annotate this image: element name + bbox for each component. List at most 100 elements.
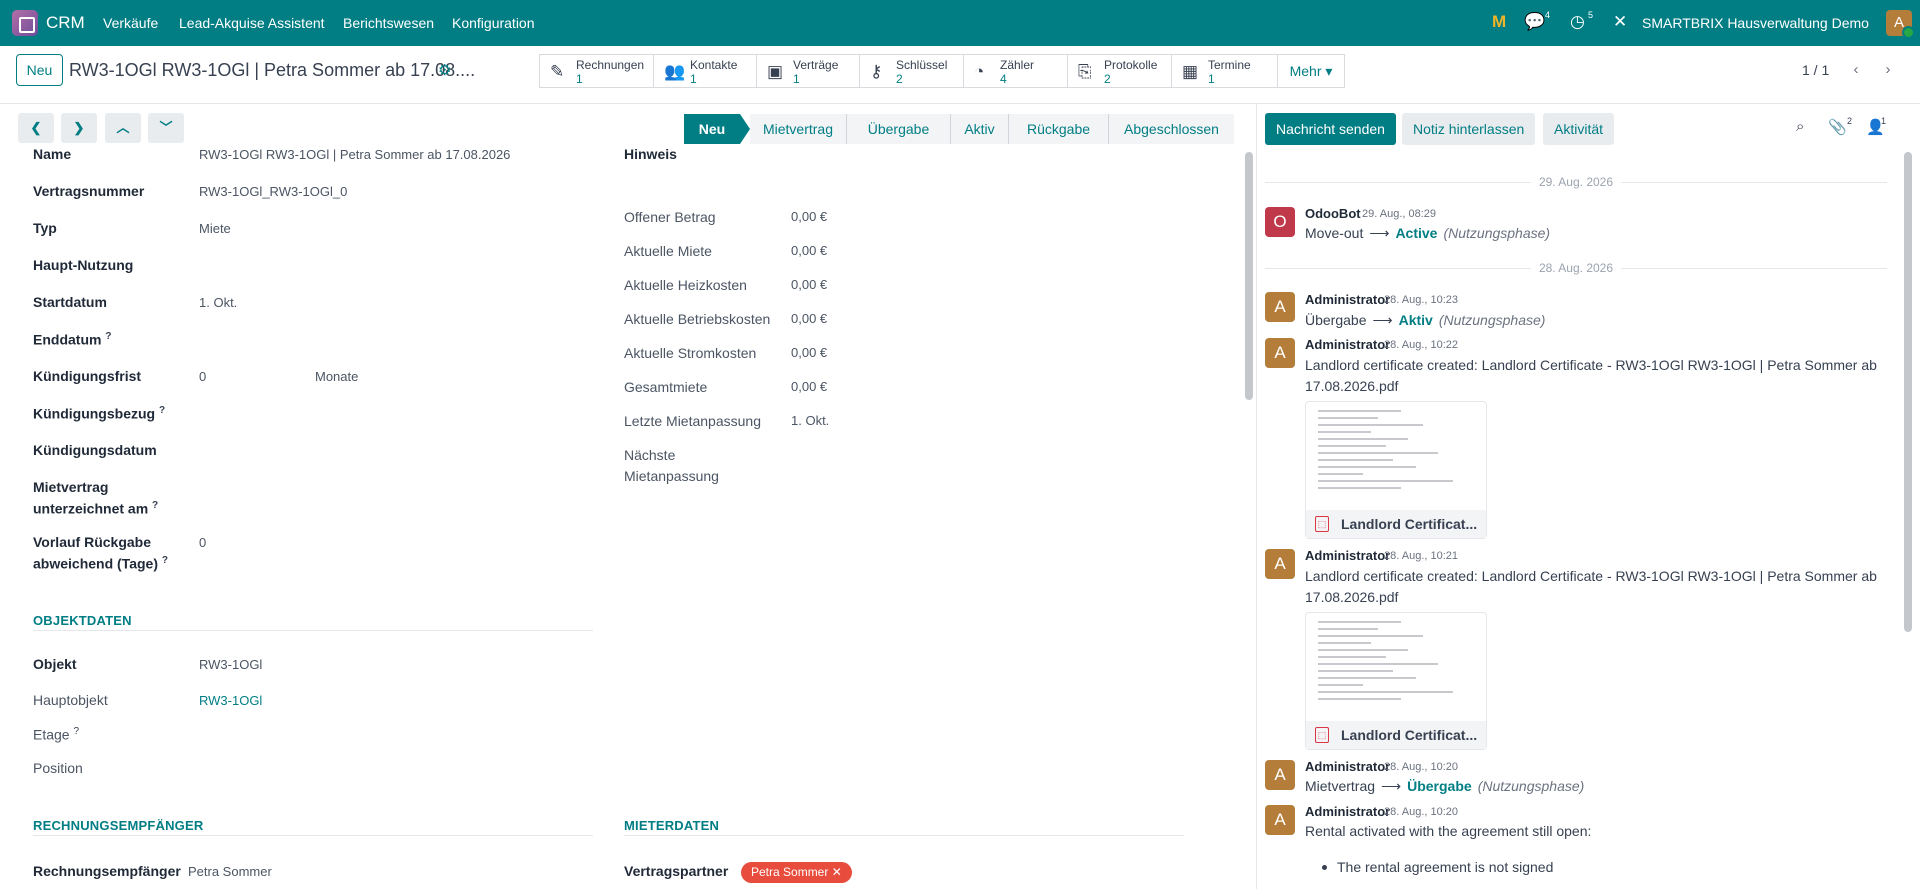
field-value-startdatum[interactable]: 1. Okt. <box>199 295 237 310</box>
attachment-card[interactable]: ⬚ Landlord Certificat... <box>1305 401 1487 539</box>
control-panel: Neu RW3-1OGl RW3-1OGl | Petra Sommer ab … <box>0 46 1920 104</box>
previous-record-button[interactable]: ❮ <box>18 113 54 143</box>
stage-abgeschlossen[interactable]: Abgeschlossen <box>1109 114 1234 144</box>
smart-button-count: 2 <box>896 72 903 86</box>
remove-tag-icon[interactable]: ✕ <box>832 865 842 879</box>
company-switcher[interactable]: SMARTBRIX Hausverwaltung Demo <box>1642 15 1869 31</box>
next-record-button[interactable]: ❯ <box>61 113 97 143</box>
activity-clock-icon[interactable]: ◷ <box>1570 12 1585 32</box>
smart-button-label: Termine <box>1208 58 1251 72</box>
log-note-button[interactable]: Notiz hinterlassen <box>1402 113 1536 145</box>
more-button[interactable]: Mehr ▾ <box>1277 54 1345 88</box>
smart-button-schluessel[interactable]: ⚷ Schlüssel 2 <box>859 54 964 88</box>
pdf-preview-thumbnail <box>1318 621 1468 721</box>
search-icon[interactable]: ⌕ <box>1796 118 1804 135</box>
field-unit-monate: Monate <box>315 369 359 384</box>
field-value-hauptobjekt-link[interactable]: RW3-1OGl <box>199 693 262 708</box>
attachment-filename[interactable]: Landlord Certificat... <box>1341 516 1477 532</box>
smart-button-rechnungen[interactable]: ✎ Rechnungen 1 <box>539 54 654 88</box>
field-value-name[interactable]: RW3-1OGl RW3-1OGl | Petra Sommer ab 17.0… <box>199 147 510 162</box>
attachment-filename[interactable]: Landlord Certificat... <box>1341 727 1477 743</box>
smart-button-vertraege[interactable]: ▣ Verträge 1 <box>756 54 860 88</box>
message-author[interactable]: Administrator <box>1305 337 1390 352</box>
message-author[interactable]: Administrator <box>1305 548 1390 563</box>
field-value-kuendigungsfrist[interactable]: 0 <box>199 369 206 384</box>
new-button[interactable]: Neu <box>16 54 63 86</box>
tag-label: Petra Sommer <box>751 865 829 879</box>
field-value-objekt[interactable]: RW3-1OGl <box>199 657 262 672</box>
field-value-vertragsnummer[interactable]: RW3-1OGl_RW3-1OGl_0 <box>199 184 347 199</box>
menu-verkaeufe[interactable]: Verkäufe <box>103 15 158 31</box>
field-label-kuendigungsfrist: Kündigungsfrist <box>33 368 142 384</box>
field-label-hinweis: Hinweis <box>624 146 677 162</box>
field-label-vorlauf-rueckgabe-2: abweichend (Tage) ? <box>33 555 168 572</box>
invoice-icon: ✎ <box>550 62 565 81</box>
author-avatar[interactable]: O <box>1265 207 1295 237</box>
pager-previous-icon[interactable]: ‹ <box>1842 56 1870 84</box>
paperclip-icon[interactable]: 📎 <box>1828 118 1847 136</box>
smart-button-label: Protokolle <box>1104 58 1158 72</box>
smart-button-protokolle[interactable]: ⎘ Protokolle 2 <box>1067 54 1172 88</box>
field-label-letzte-mietanpassung: Letzte Mietanpassung <box>624 413 761 429</box>
stage-aktiv[interactable]: Aktiv <box>951 114 1008 144</box>
field-label-aktuelle-heizkosten: Aktuelle Heizkosten <box>624 277 747 293</box>
label-text: Etage <box>33 726 70 743</box>
brand-m-icon[interactable]: M <box>1492 12 1506 32</box>
tools-icon[interactable]: ✕ <box>1613 12 1627 32</box>
user-avatar[interactable]: A <box>1886 10 1915 39</box>
message-author[interactable]: OdooBot <box>1305 206 1361 221</box>
field-label-kuendigungsdatum: Kündigungsdatum <box>33 442 157 458</box>
pager-value[interactable]: 1 / 1 <box>1802 62 1829 78</box>
message-author[interactable]: Administrator <box>1305 759 1390 774</box>
help-icon[interactable]: ? <box>162 555 168 566</box>
messages-icon[interactable]: 💬 <box>1524 12 1545 32</box>
send-message-button[interactable]: Nachricht senden <box>1265 113 1396 145</box>
activity-button[interactable]: Aktivität <box>1543 113 1615 145</box>
field-label-mietvertrag-unterzeichnet: Mietvertrag <box>33 479 109 495</box>
message-author[interactable]: Administrator <box>1305 804 1390 819</box>
form-scrollbar-thumb[interactable] <box>1245 152 1253 400</box>
stage-mietvertrag[interactable]: Mietvertrag <box>750 114 846 144</box>
app-logo-icon[interactable] <box>12 10 38 36</box>
message-author[interactable]: Administrator <box>1305 292 1390 307</box>
smart-button-label: Kontakte <box>690 58 738 72</box>
field-value-typ[interactable]: Miete <box>199 221 231 236</box>
app-name[interactable]: CRM <box>46 13 85 33</box>
date-divider-line <box>1621 268 1887 269</box>
help-icon[interactable]: ? <box>152 500 158 511</box>
stage-rueckgabe[interactable]: Rückgabe <box>1009 114 1108 144</box>
author-avatar[interactable]: A <box>1265 338 1295 368</box>
stage-neu[interactable]: Neu <box>684 114 740 144</box>
smart-button-zaehler[interactable]: ◔ Zähler 4 <box>963 54 1068 88</box>
menu-berichtswesen[interactable]: Berichtswesen <box>343 15 434 31</box>
author-avatar[interactable]: A <box>1265 805 1295 835</box>
help-icon[interactable]: ? <box>105 331 111 342</box>
followers-count: 1 <box>1881 116 1887 126</box>
smart-button-label: Schlüssel <box>896 58 948 72</box>
field-name: (Nutzungsphase) <box>1443 225 1551 241</box>
help-icon[interactable]: ? <box>73 726 79 737</box>
pager-next-icon[interactable]: › <box>1874 56 1902 84</box>
move-up-button[interactable]: ︿ <box>105 113 141 143</box>
date-divider-line <box>1621 182 1887 183</box>
help-icon[interactable]: ? <box>159 405 165 416</box>
section-title-objektdaten: OBJEKTDATEN <box>33 613 132 628</box>
field-value-rechnungsempfaenger[interactable]: Petra Sommer <box>188 864 272 879</box>
new-value: Aktiv <box>1398 312 1433 328</box>
gear-icon[interactable]: ⚙ <box>438 61 451 79</box>
menu-lead-akquise[interactable]: Lead-Akquise Assistent <box>179 15 325 31</box>
vertragspartner-tag[interactable]: Petra Sommer ✕ <box>741 862 852 883</box>
smart-button-kontakte[interactable]: 👥 Kontakte 1 <box>653 54 757 88</box>
move-down-button[interactable]: ﹀ <box>148 113 184 143</box>
activities-count: 5 <box>1588 10 1594 20</box>
author-avatar[interactable]: A <box>1265 760 1295 790</box>
stage-uebergabe[interactable]: Übergabe <box>847 114 950 144</box>
menu-konfiguration[interactable]: Konfiguration <box>452 15 535 31</box>
chatter-scrollbar-thumb[interactable] <box>1904 152 1912 632</box>
author-avatar[interactable]: A <box>1265 549 1295 579</box>
author-avatar[interactable]: A <box>1265 292 1295 322</box>
smart-button-termine[interactable]: ▦ Termine 1 <box>1171 54 1278 88</box>
attachment-card[interactable]: ⬚ Landlord Certificat... <box>1305 612 1487 750</box>
field-value-vorlauf-rueckgabe[interactable]: 0 <box>199 535 206 550</box>
field-label-name: Name <box>33 146 72 162</box>
